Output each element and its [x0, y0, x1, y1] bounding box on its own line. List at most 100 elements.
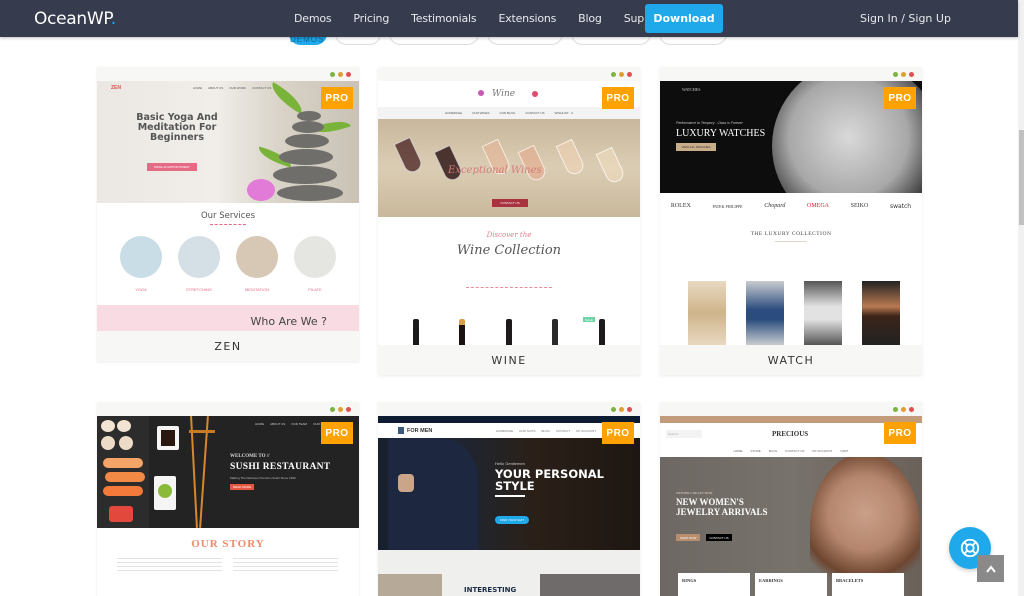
- wine-section-title: Wine Collection: [456, 243, 562, 258]
- demo-label[interactable]: WATCH: [660, 345, 922, 375]
- demo-preview: FOR MEN HOMEPAGE OUR SUITS BLOG CONTACT …: [378, 416, 640, 596]
- service-label: YOGA: [135, 287, 147, 292]
- scroll-top-button[interactable]: [977, 555, 1004, 582]
- brand-logo: SEIKO: [850, 203, 869, 209]
- demo-card-precious[interactable]: PRO Search... PRECIOUS HOME STORE BLOG C…: [660, 402, 922, 596]
- suit-shape: [388, 438, 478, 550]
- glass-shape: [393, 136, 425, 176]
- wine-nav-item: WISHLIST - 0: [554, 111, 573, 115]
- watch-section-title: THE LUXURY COLLECTION: [750, 231, 832, 237]
- sushi-hero: HOME ABOUT US OUR TEAM OUR MENU WELCOME …: [97, 416, 359, 528]
- nigiri-shape: [103, 486, 143, 496]
- gallery-image: [540, 574, 640, 596]
- precious-top: Search... PRECIOUS: [660, 423, 922, 445]
- sushi-roll-shape: [117, 420, 131, 432]
- zen-nav-item: ABOUT US: [208, 86, 224, 90]
- window-dots: [330, 407, 351, 412]
- wine-lower: Discover the Wine Collection SALE: [378, 217, 640, 345]
- pro-badge: PRO: [884, 422, 916, 444]
- zen-nav-item: HOME: [193, 86, 202, 90]
- dot-green-icon: [893, 72, 898, 77]
- precious-kicker: WINTER COLLECTION: [676, 491, 713, 495]
- browser-chrome: [378, 67, 640, 81]
- nav-blog[interactable]: Blog: [578, 12, 602, 25]
- dot-red-icon: [627, 407, 632, 412]
- watch-hero-title: LUXURY WATCHES: [676, 128, 766, 139]
- main-nav: Demos Pricing Testimonials Extensions Bl…: [294, 12, 688, 25]
- chevron-up-icon: [985, 564, 996, 573]
- stone-shape: [277, 185, 343, 201]
- dot-orange-icon: [619, 407, 624, 412]
- category-card: BRACELETS: [832, 573, 904, 596]
- dot-orange-icon: [338, 407, 343, 412]
- demo-label[interactable]: WINE: [378, 345, 640, 375]
- demo-preview: ZEN HOME ABOUT US OUR WORK CONTACT US Ba…: [97, 81, 359, 331]
- scrollbar-thumb[interactable]: [1019, 130, 1024, 225]
- berry-icon: [532, 91, 538, 97]
- watch-hero-button: VIEW ALL WATCHES: [676, 143, 716, 151]
- category-card: EARRINGS: [755, 573, 827, 596]
- sushi-nav-item: HOME: [255, 422, 264, 426]
- demo-card-wine[interactable]: PRO Wine HOMEPAGE OUR WINES OUR BLOG CON…: [378, 67, 640, 375]
- stone-shape: [297, 111, 321, 121]
- brand-logo: Chopard: [764, 203, 786, 209]
- precious-nav-item: MY ACCOUNT: [812, 449, 833, 453]
- logo[interactable]: OceanWP.: [34, 9, 116, 29]
- zen-services: Our Services YOGA STRETCHING MEDITATION …: [97, 203, 359, 331]
- precious-nav: HOME STORE BLOG CONTACT US MY ACCOUNT CA…: [660, 445, 922, 457]
- zen-footer-heading: Who Are We ?: [250, 315, 327, 328]
- wine-brand: Wine: [492, 89, 516, 99]
- category-card: RINGS: [678, 573, 750, 596]
- wasabi-dish-shape: [154, 476, 176, 510]
- page: OceanWP. Demos Pricing Testimonials Exte…: [0, 0, 1024, 596]
- demo-preview: Wine HOMEPAGE OUR WINES OUR BLOG CONTACT…: [378, 81, 640, 345]
- pro-badge: PRO: [321, 422, 353, 444]
- sushi-lower: OUR STORY: [97, 528, 359, 596]
- demo-card-watch[interactable]: PRO WATCHES Performance to Tempory - Cla…: [660, 67, 922, 375]
- nav-testimonials[interactable]: Testimonials: [411, 12, 477, 25]
- dot-red-icon: [346, 72, 351, 77]
- wine-hero-button: CONTACT US: [492, 199, 528, 207]
- nav-pricing[interactable]: Pricing: [353, 12, 389, 25]
- gallery-image: [378, 574, 442, 596]
- dot-red-icon: [909, 407, 914, 412]
- watch-brand: WATCHES: [682, 87, 701, 92]
- men-nav-item: HOMEPAGE: [496, 429, 514, 433]
- glass-shape: [555, 138, 587, 178]
- sushi-nav: HOME ABOUT US OUR TEAM OUR MENU: [255, 422, 329, 426]
- window-dots: [611, 407, 632, 412]
- service-image: [120, 236, 162, 278]
- dot-orange-icon: [901, 72, 906, 77]
- grape-icon: [478, 90, 484, 96]
- window-dots: [893, 407, 914, 412]
- sushi-roll-shape: [101, 436, 115, 450]
- bottle-shape: [599, 319, 605, 345]
- dot-red-icon: [346, 407, 351, 412]
- nav-extensions[interactable]: Extensions: [498, 12, 556, 25]
- dot-orange-icon: [338, 72, 343, 77]
- precious-brand: PRECIOUS: [772, 430, 809, 438]
- precious-nav-item: BLOG: [768, 449, 778, 453]
- wine-nav-item: HOMEPAGE: [445, 111, 463, 115]
- demo-label[interactable]: ZEN: [97, 331, 359, 361]
- demo-card-zen[interactable]: PRO ZEN HOME ABOUT US OUR WORK CONTACT U…: [97, 67, 359, 361]
- signin-link[interactable]: Sign In / Sign Up: [860, 12, 951, 25]
- nav-demos[interactable]: Demos: [294, 12, 332, 25]
- pro-badge: PRO: [602, 87, 634, 109]
- download-button[interactable]: Download: [645, 4, 723, 33]
- logo-text: OceanWP: [34, 9, 111, 29]
- browser-chrome: [378, 402, 640, 416]
- precious-topstrip: [660, 416, 922, 423]
- sale-tag: SALE: [583, 317, 595, 322]
- window-dots: [611, 72, 632, 77]
- wine-hero: Exceptional Wines CONTACT US: [378, 119, 640, 217]
- page-scrollbar[interactable]: [1018, 0, 1024, 596]
- zen-nav-item: OUR WORK: [229, 86, 247, 90]
- pro-badge: PRO: [321, 87, 353, 109]
- demo-card-for-men[interactable]: PRO FOR MEN HOMEPAGE OUR SUITS BLOG CONT…: [378, 402, 640, 596]
- service-label: PILATE: [308, 287, 322, 292]
- men-nav-item: CONTACT: [555, 429, 571, 433]
- demo-preview: Search... PRECIOUS HOME STORE BLOG CONTA…: [660, 416, 922, 596]
- demo-card-sushi[interactable]: PRO HOME ABOUT US OUR TEAM OUR WELCOME T…: [97, 402, 359, 596]
- category-label: BRACELETS: [836, 578, 864, 583]
